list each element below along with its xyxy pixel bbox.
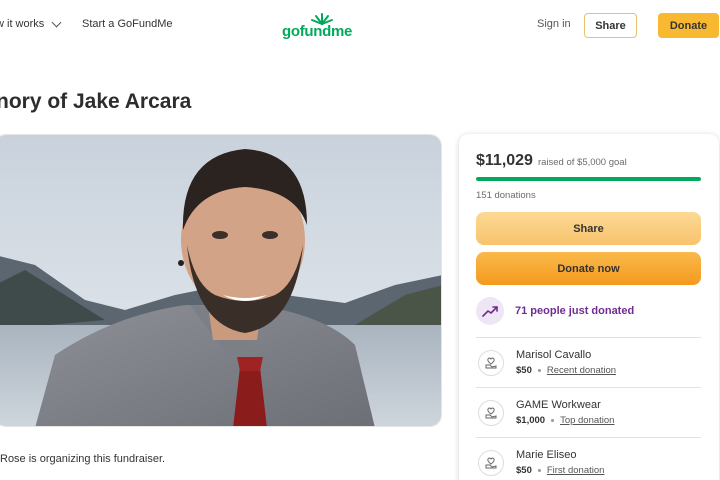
- donate-now-button[interactable]: Donate now: [476, 252, 701, 285]
- donor-item: GAME Workwear $1,000 Top donation: [476, 387, 701, 437]
- how-it-works-label: w it works: [0, 18, 45, 30]
- organizer-text: Rose is organizing this fundraiser.: [0, 453, 166, 465]
- goal-progress-bar: [476, 177, 701, 181]
- donor-amount: $50: [516, 365, 532, 376]
- campaign-title: nory of Jake Arcara: [0, 90, 192, 113]
- raised-goal-label: raised of $5,000 goal: [537, 157, 627, 168]
- donor-item: Marisol Cavallo $50 Recent donation: [476, 337, 701, 387]
- top-nav: w it works Start a GoFundMe gofundme Sig…: [0, 0, 720, 52]
- share-button[interactable]: Share: [476, 212, 701, 245]
- donor-amount: $50: [516, 465, 532, 476]
- goal-progress-fill: [476, 177, 701, 181]
- donor-tag-link[interactable]: Recent donation: [547, 365, 616, 376]
- donor-tag-link[interactable]: First donation: [547, 465, 605, 476]
- raised-summary: $11,029 raised of $5,000 goal: [476, 152, 627, 170]
- header-donate-button[interactable]: Donate: [658, 13, 719, 38]
- donor-item: Marie Eliseo $50 First donation: [476, 437, 701, 480]
- separator-dot: [537, 369, 541, 372]
- campaign-photo: [0, 134, 442, 427]
- donor-heart-hand-icon: [478, 400, 504, 426]
- just-donated-text: 71 people just donated: [515, 305, 635, 317]
- trending-up-icon: [476, 297, 504, 325]
- recent-activity[interactable]: 71 people just donated: [476, 297, 634, 325]
- gofundme-logo[interactable]: gofundme: [282, 12, 362, 42]
- donor-meta: $50 First donation: [516, 465, 604, 476]
- sign-in-link[interactable]: Sign in: [537, 18, 571, 30]
- donations-count: 151 donations: [476, 190, 536, 201]
- donor-name: Marisol Cavallo: [516, 349, 592, 361]
- logo-text: gofundme: [282, 23, 353, 40]
- raised-amount: $11,029: [476, 152, 533, 169]
- donor-amount: $1,000: [516, 415, 546, 426]
- donor-name: GAME Workwear: [516, 399, 601, 411]
- donor-heart-hand-icon: [478, 450, 504, 476]
- chevron-down-icon: [51, 17, 62, 27]
- donor-meta: $50 Recent donation: [516, 365, 616, 376]
- donor-tag-link[interactable]: Top donation: [560, 415, 614, 426]
- donor-heart-hand-icon: [478, 350, 504, 376]
- separator-dot: [537, 469, 541, 472]
- donor-meta: $1,000 Top donation: [516, 415, 614, 426]
- separator-dot: [551, 419, 555, 422]
- start-gofundme-link[interactable]: Start a GoFundMe: [82, 18, 173, 30]
- donor-name: Marie Eliseo: [516, 449, 577, 461]
- header-share-button[interactable]: Share: [584, 13, 637, 38]
- donation-card: $11,029 raised of $5,000 goal 151 donati…: [459, 134, 719, 480]
- how-it-works-menu[interactable]: w it works: [0, 17, 62, 30]
